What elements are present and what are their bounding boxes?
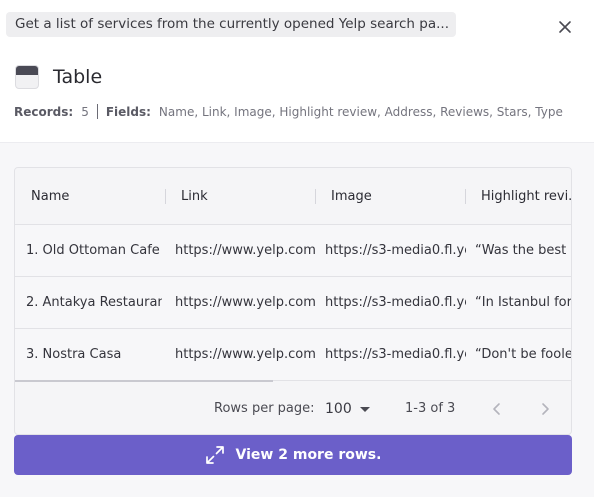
rows-per-page-select[interactable]: 100	[325, 382, 370, 434]
data-table: Name Link Image Highlight revi... 1. Old…	[14, 167, 572, 435]
title-row: Table	[15, 64, 102, 90]
cell-name: 2. Antakya Restaurant	[26, 295, 162, 310]
rows-per-page-value: 100	[325, 401, 352, 417]
cell-highlight-review: “In Istanbul for a	[475, 295, 572, 310]
close-icon	[559, 21, 571, 33]
column-header-name[interactable]: Name	[31, 168, 161, 225]
column-divider[interactable]	[165, 189, 166, 204]
table-row[interactable]: 3. Nostra Casa https://www.yelp.com/biz …	[15, 329, 572, 381]
records-label: Records:	[14, 104, 74, 119]
caret-down-icon	[359, 406, 370, 412]
records-value: 5	[81, 104, 89, 119]
view-more-rows-label: View 2 more rows.	[235, 447, 382, 463]
cell-link: https://www.yelp.com/biz	[175, 295, 315, 310]
cell-image: https://s3-media0.fl.yelpcdn.com	[325, 295, 466, 310]
table-row[interactable]: 2. Antakya Restaurant https://www.yelp.c…	[15, 277, 572, 329]
cell-highlight-review: “Was the best d	[475, 243, 572, 258]
cell-name: 3. Nostra Casa	[26, 347, 122, 362]
cell-name: 1. Old Ottoman Cafe & Restaurant	[26, 243, 162, 258]
rows-per-page-label: Rows per page:	[214, 401, 315, 416]
table-icon	[15, 65, 39, 89]
fields-value: Name, Link, Image, Highlight review, Add…	[158, 104, 563, 119]
column-divider[interactable]	[465, 189, 466, 204]
cell-link: https://www.yelp.com/biz	[175, 347, 315, 362]
table-meta: Records: 5 Fields: Name, Link, Image, Hi…	[14, 104, 563, 119]
column-header-image[interactable]: Image	[331, 168, 461, 225]
previous-page-button[interactable]	[489, 401, 505, 417]
meta-divider	[96, 104, 98, 119]
chevron-right-icon	[542, 403, 549, 415]
dialog-header: Get a list of services from the currentl…	[0, 0, 594, 143]
pagination-bar: Rows per page: 100 1-3 of 3	[15, 382, 571, 434]
table-row[interactable]: 1. Old Ottoman Cafe & Restaurant https:/…	[15, 225, 572, 277]
column-divider[interactable]	[315, 189, 316, 204]
view-more-rows-button[interactable]: View 2 more rows.	[14, 435, 572, 475]
cell-link: https://www.yelp.com/biz	[175, 243, 315, 258]
task-description: Get a list of services from the currentl…	[6, 12, 456, 37]
pagination-range: 1-3 of 3	[405, 401, 456, 416]
chevron-left-icon	[493, 403, 500, 415]
page-title: Table	[53, 66, 103, 88]
close-button[interactable]	[556, 18, 574, 36]
cell-image: https://s3-media0.fl.yelpcdn.com	[325, 347, 466, 362]
column-header-link[interactable]: Link	[181, 168, 311, 225]
table-header: Name Link Image Highlight revi...	[15, 168, 571, 225]
fields-label: Fields:	[105, 104, 151, 119]
cell-image: https://s3-media0.fl.yelpcdn.com	[325, 243, 466, 258]
next-page-button[interactable]	[537, 401, 553, 417]
cell-highlight-review: “Don't be fooled	[475, 347, 572, 362]
expand-icon	[205, 446, 224, 464]
column-header-highlight-review[interactable]: Highlight revi...	[481, 168, 571, 225]
